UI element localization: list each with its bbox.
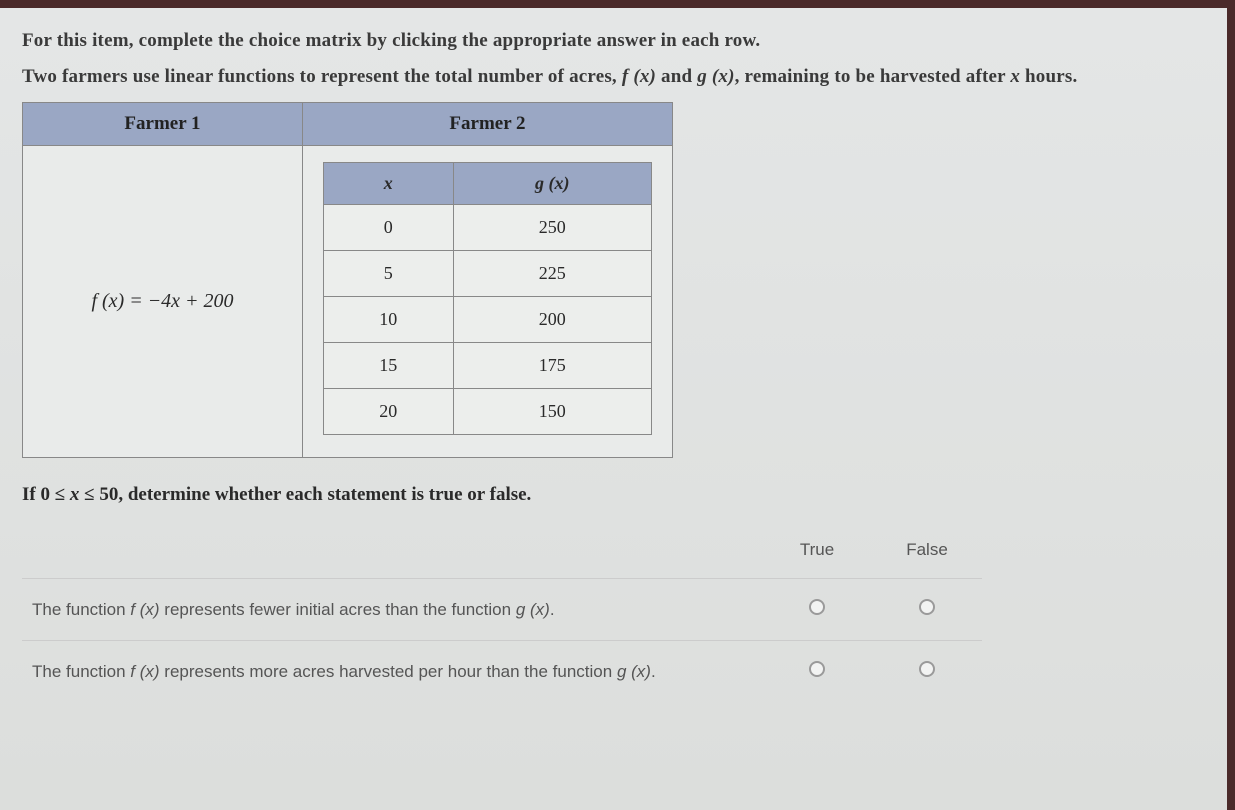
text: The function xyxy=(32,662,130,681)
g-table-g-header: g (x) xyxy=(453,163,651,205)
farmer1-formula: f (x) = −4x + 200 xyxy=(23,146,303,458)
farmers-table: Farmer 1 Farmer 2 f (x) = −4x + 200 x g … xyxy=(22,102,673,458)
text: and xyxy=(656,66,697,87)
row1-true-radio[interactable] xyxy=(809,599,825,615)
instruction-line-2: Two farmers use linear functions to repr… xyxy=(22,66,1205,88)
farmer2-data-cell: x g (x) 0250 5225 10200 15175 20150 xyxy=(303,146,673,458)
text: hours. xyxy=(1020,66,1077,87)
row2-false-radio[interactable] xyxy=(919,661,935,677)
farmer2-header: Farmer 2 xyxy=(303,103,673,146)
matrix-statement-1: The function f (x) represents fewer init… xyxy=(22,579,762,641)
g-table-x-header: x xyxy=(324,163,454,205)
g-row-g: 175 xyxy=(453,343,651,389)
gx-symbol: g (x) xyxy=(516,600,550,619)
g-row-x: 0 xyxy=(324,205,454,251)
g-row-x: 15 xyxy=(324,343,454,389)
fx-symbol: f (x) xyxy=(622,66,656,87)
matrix-true-header: True xyxy=(762,522,872,579)
g-row-g: 250 xyxy=(453,205,651,251)
row2-true-radio[interactable] xyxy=(809,661,825,677)
farmer1-header: Farmer 1 xyxy=(23,103,303,146)
g-row-g: 225 xyxy=(453,251,651,297)
x-symbol: x xyxy=(70,484,80,505)
g-row-x: 5 xyxy=(324,251,454,297)
condition-line: If 0 ≤ x ≤ 50, determine whether each st… xyxy=(22,484,1205,506)
text: ≤ 50, determine whether each statement i… xyxy=(79,484,531,505)
question-frame: For this item, complete the choice matri… xyxy=(0,0,1235,810)
fx-symbol: f (x) xyxy=(130,662,159,681)
g-row-g: 150 xyxy=(453,389,651,435)
matrix-statement-header xyxy=(22,522,762,579)
x-symbol: x xyxy=(1010,66,1020,87)
g-row-x: 10 xyxy=(324,297,454,343)
matrix-false-header: False xyxy=(872,522,982,579)
fx-symbol: f (x) xyxy=(130,600,159,619)
text: , remaining to be harvested after xyxy=(735,66,1011,87)
text: The function xyxy=(32,600,130,619)
instruction-line-1: For this item, complete the choice matri… xyxy=(22,30,1205,52)
text: Two farmers use linear functions to repr… xyxy=(22,66,622,87)
choice-matrix: True False The function f (x) represents… xyxy=(22,522,982,702)
text: represents fewer initial acres than the … xyxy=(160,600,516,619)
matrix-statement-2: The function f (x) represents more acres… xyxy=(22,641,762,703)
row1-false-radio[interactable] xyxy=(919,599,935,615)
text: . xyxy=(651,662,656,681)
gx-symbol: g (x) xyxy=(697,66,734,87)
g-table: x g (x) 0250 5225 10200 15175 20150 xyxy=(323,162,652,435)
g-row-x: 20 xyxy=(324,389,454,435)
g-row-g: 200 xyxy=(453,297,651,343)
text: If 0 ≤ xyxy=(22,484,70,505)
text: . xyxy=(550,600,555,619)
text: represents more acres harvested per hour… xyxy=(160,662,617,681)
gx-symbol: g (x) xyxy=(617,662,651,681)
